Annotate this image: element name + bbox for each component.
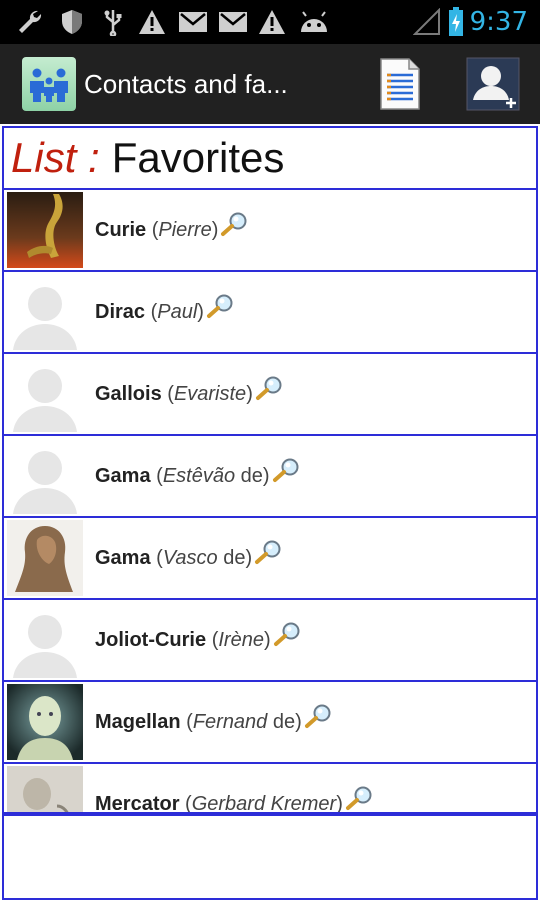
contact-surname: Gama xyxy=(95,547,151,569)
status-clock: 9:37 xyxy=(469,7,528,37)
contact-given-name: Fernand xyxy=(192,711,268,733)
list-label: List : xyxy=(11,134,100,181)
magnifier-icon[interactable] xyxy=(345,765,373,812)
contact-name-particle: de xyxy=(240,465,263,487)
contact-avatar xyxy=(7,274,83,350)
contact-row[interactable]: Gallois (Evariste) xyxy=(4,354,536,436)
contact-row[interactable]: Joliot-Curie (Irène) xyxy=(4,600,536,682)
contact-avatar xyxy=(7,684,83,760)
list-name: Favorites xyxy=(111,134,285,181)
contact-given-name: Irène xyxy=(218,629,264,651)
contact-given-name: Paul xyxy=(157,301,198,323)
magnifier-icon[interactable] xyxy=(273,601,301,681)
contact-given-name: Evariste xyxy=(173,383,247,405)
android-icon xyxy=(296,7,332,37)
contact-surname: Joliot-Curie xyxy=(95,629,207,651)
contact-given-name-group: (Gerbard Kremer) xyxy=(185,793,343,814)
magnifier-icon[interactable] xyxy=(272,437,300,517)
action-bar: Contacts and fa... xyxy=(0,44,540,124)
contact-avatar xyxy=(7,192,83,268)
contact-given-name-group: (Evariste) xyxy=(167,383,253,405)
contact-surname: Curie xyxy=(95,219,147,241)
signal-icon xyxy=(412,7,442,37)
contact-given-name-group: (Estêvão de) xyxy=(156,465,270,487)
contact-list[interactable]: Curie (Pierre) Dirac (Paul) Gallois (Evari… xyxy=(2,190,538,814)
contact-row[interactable]: Mercator (Gerbard Kremer) xyxy=(4,764,536,814)
contact-surname: Magellan xyxy=(95,711,181,733)
contact-given-name-group: (Paul) xyxy=(150,301,204,323)
wrench-icon xyxy=(14,7,46,37)
contact-avatar xyxy=(7,438,83,514)
status-bar: 9:37 xyxy=(0,0,540,44)
contact-given-name-group: (Pierre) xyxy=(151,219,219,241)
contact-row[interactable]: Curie (Pierre) xyxy=(4,190,536,272)
contact-name-particle: de xyxy=(272,711,296,733)
contact-given-name-group: (Vasco de) xyxy=(156,547,253,569)
add-contact-icon[interactable] xyxy=(462,54,524,114)
battery-charging-icon xyxy=(446,7,466,37)
contact-surname: Dirac xyxy=(95,301,146,323)
contact-name-particle: de xyxy=(223,547,246,569)
contact-name: Dirac (Paul) xyxy=(95,272,234,352)
contact-row[interactable]: Magellan (Fernand de) xyxy=(4,682,536,764)
contact-name: Gama (Vasco de) xyxy=(95,518,282,598)
app-title: Contacts and fa... xyxy=(84,69,288,99)
magnifier-icon[interactable] xyxy=(220,191,248,271)
magnifier-icon[interactable] xyxy=(255,355,283,435)
contact-name: Curie (Pierre) xyxy=(95,190,248,270)
usb-icon xyxy=(98,7,128,37)
contact-given-name: Pierre xyxy=(158,219,212,241)
contact-row[interactable]: Dirac (Paul) xyxy=(4,272,536,354)
contact-surname: Mercator xyxy=(95,793,180,814)
contact-name: Mercator (Gerbard Kremer) xyxy=(95,764,373,814)
magnifier-icon[interactable] xyxy=(304,683,332,763)
contact-avatar xyxy=(7,602,83,678)
content-area: List : Favorites Curie (Pierre) Dirac (Pa… xyxy=(0,124,540,900)
warning-icon xyxy=(136,7,168,37)
contact-surname: Gallois xyxy=(95,383,162,405)
contact-name: Magellan (Fernand de) xyxy=(95,682,332,762)
contact-avatar xyxy=(7,766,83,812)
warning-icon xyxy=(256,7,288,37)
contact-given-name-group: (Fernand de) xyxy=(186,711,302,733)
magnifier-icon[interactable] xyxy=(254,519,282,599)
contact-avatar xyxy=(7,520,83,596)
gmail-icon xyxy=(176,7,210,37)
contact-row[interactable]: Gama (Estêvão de) xyxy=(4,436,536,518)
document-list-icon[interactable] xyxy=(370,54,430,114)
contact-given-name-group: (Irène) xyxy=(211,629,271,651)
shield-icon xyxy=(56,7,88,37)
list-selector[interactable]: List : Favorites xyxy=(2,126,538,190)
contact-given-name: Estêvão xyxy=(162,465,236,487)
gmail-icon xyxy=(216,7,250,37)
contact-given-name: Vasco xyxy=(162,547,218,569)
contact-name: Joliot-Curie (Irène) xyxy=(95,600,301,680)
contact-given-name: Gerbard Kremer xyxy=(191,793,337,814)
contact-row[interactable]: Gama (Vasco de) xyxy=(4,518,536,600)
contact-surname: Gama xyxy=(95,465,151,487)
contact-name: Gallois (Evariste) xyxy=(95,354,283,434)
app-family-icon[interactable] xyxy=(22,57,76,111)
empty-footer-area xyxy=(2,814,538,900)
contact-name: Gama (Estêvão de) xyxy=(95,436,300,516)
contact-avatar xyxy=(7,356,83,432)
magnifier-icon[interactable] xyxy=(206,273,234,353)
